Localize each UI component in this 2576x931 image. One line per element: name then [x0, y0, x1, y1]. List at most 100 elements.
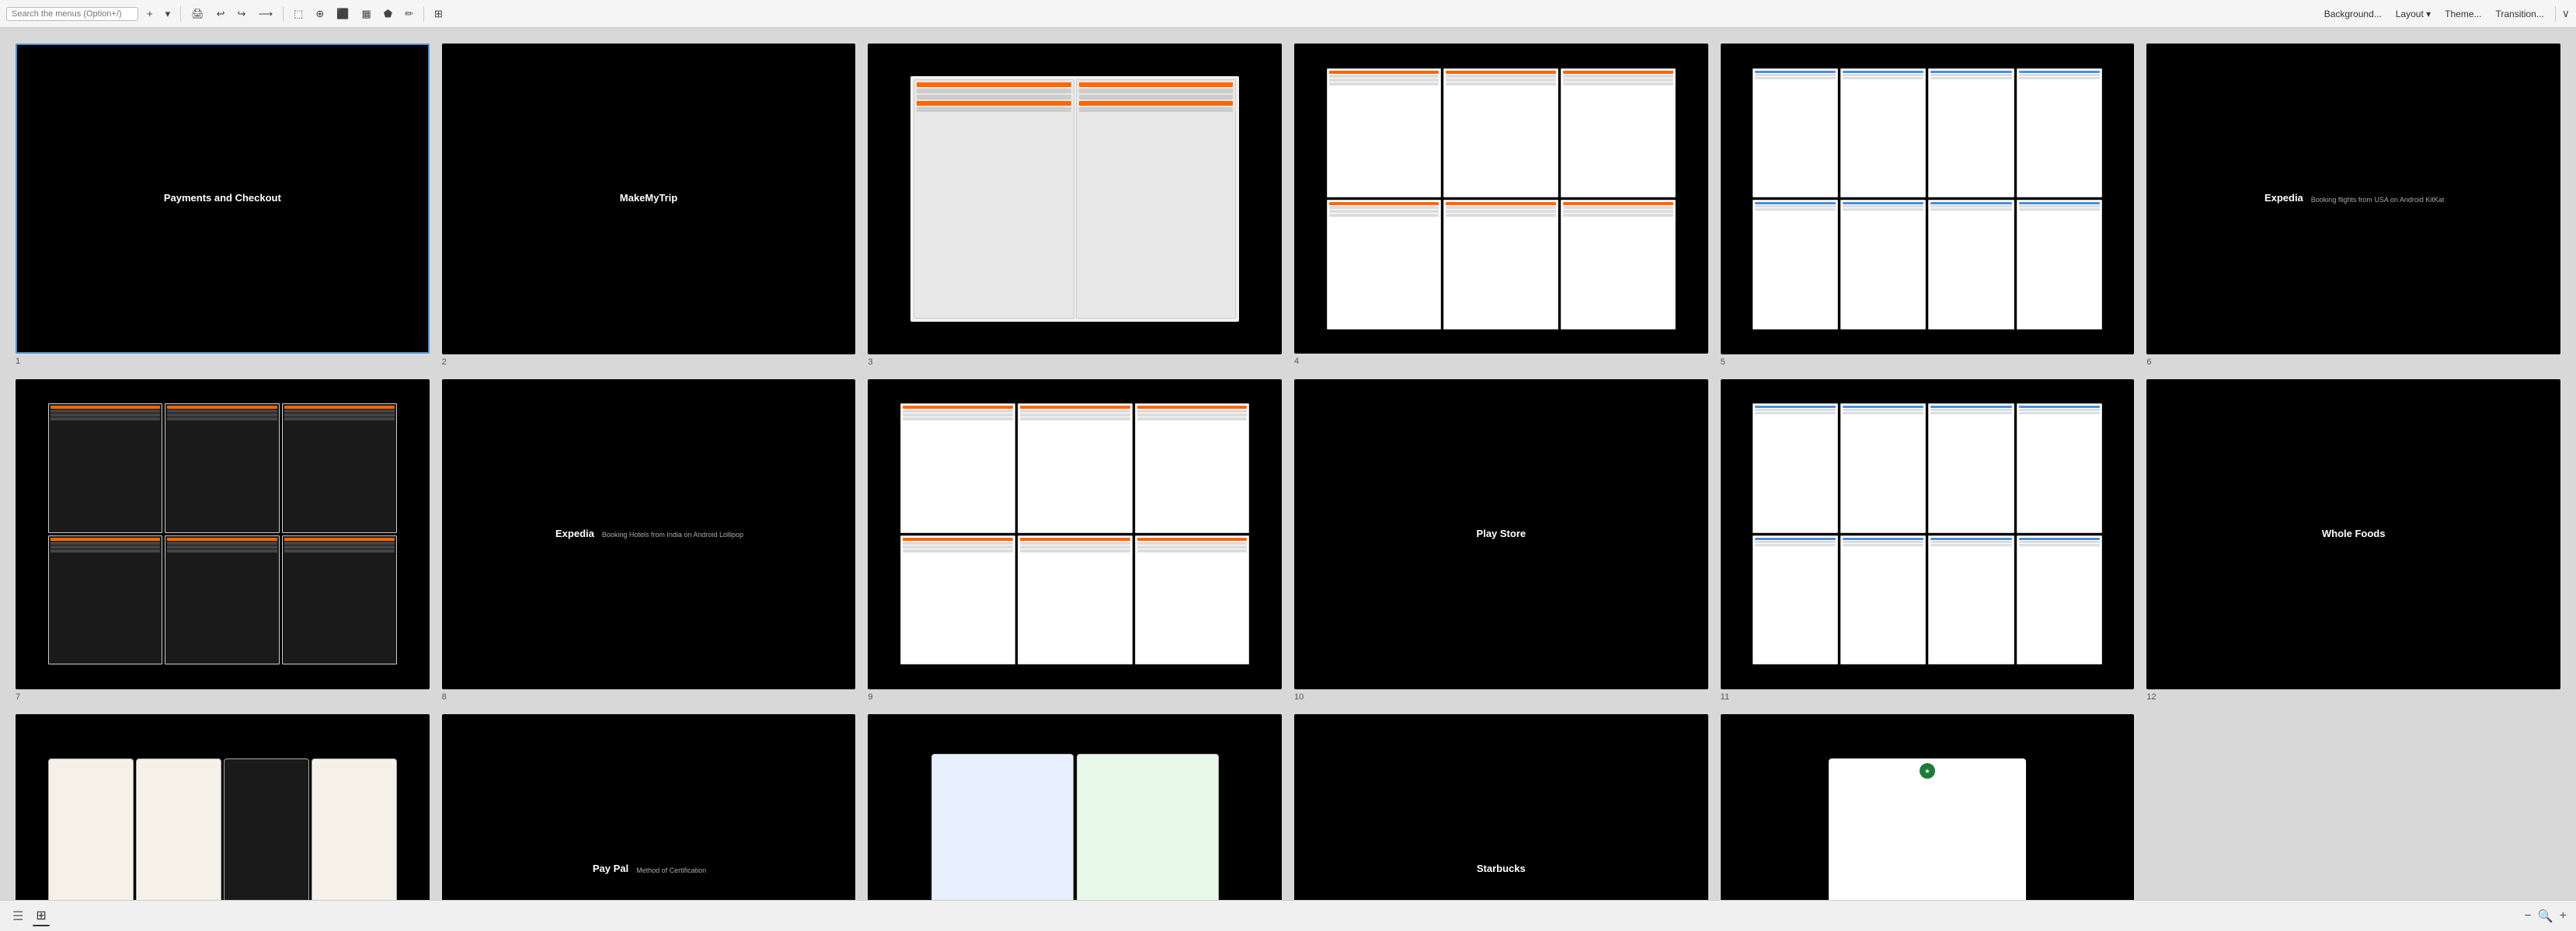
list-view-button[interactable]: ☰ — [9, 906, 26, 926]
phone-13-0 — [48, 758, 134, 900]
mg4-cell-5-0 — [1753, 68, 1838, 198]
insert-button[interactable]: ⊞ — [430, 5, 447, 23]
redo-button[interactable]: ↪ — [234, 5, 250, 23]
slide-thumb-15[interactable] — [868, 714, 1282, 900]
collapse-button[interactable]: ∨ — [2562, 7, 2570, 20]
slide-17[interactable]: ★17 — [1721, 714, 2135, 900]
view-toggle: ☰ ⊞ — [9, 906, 50, 926]
slide-thumb-9[interactable] — [868, 379, 1282, 690]
slide-number-5: 5 — [1721, 357, 1725, 367]
slide-number-8: 8 — [442, 692, 447, 702]
slide-title-text-16: Starbucks — [1472, 858, 1530, 880]
slide-8[interactable]: ExpediaBooking Hotels from India on Andr… — [442, 379, 856, 703]
slide-12[interactable]: Whole Foods 12 — [2146, 379, 2560, 703]
slide-10[interactable]: Play Store10 — [1294, 379, 1708, 703]
select-button[interactable]: ⬚ — [290, 5, 307, 23]
slide-15[interactable]: 15 — [868, 714, 1282, 900]
slide-number-11: 11 — [1721, 692, 1729, 702]
slide-5[interactable]: 5 — [1721, 44, 2135, 367]
slide-thumb-5[interactable] — [1721, 44, 2135, 354]
slide-16[interactable]: Starbucks16 — [1294, 714, 1708, 900]
bottom-bar: ☰ ⊞ − 🔍 + — [0, 900, 2576, 931]
divider-3 — [423, 6, 424, 22]
slide-title-text-14: Pay Pal — [588, 858, 633, 880]
slide-thumb-1[interactable]: Payments and Checkout — [16, 44, 430, 354]
draw-button[interactable]: ✏ — [401, 5, 417, 23]
slide-number-3: 3 — [868, 357, 872, 367]
slide-6[interactable]: ExpediaBooking flights from USA on Andro… — [2146, 44, 2560, 367]
slide-thumb-12[interactable]: Whole Foods — [2146, 379, 2560, 690]
zoom-controls: − 🔍 + — [2524, 908, 2567, 924]
slide-7[interactable]: 7 — [16, 379, 430, 703]
slide-9[interactable]: 9 — [868, 379, 1282, 703]
slide-subtitle-text-6: Booking flights from USA on Android KitK… — [2308, 196, 2448, 205]
mg-cell-4-2 — [1561, 68, 1676, 198]
layout-button[interactable]: Layout ▾ — [2391, 6, 2435, 22]
slide-thumb-8[interactable]: ExpediaBooking Hotels from India on Andr… — [442, 379, 856, 690]
mg4-cell-11-0 — [1753, 403, 1838, 533]
mg-cell-4-0 — [1327, 68, 1442, 198]
add-button[interactable]: + — [143, 5, 157, 22]
zoom-search-button[interactable]: 🔍 — [2538, 908, 2553, 924]
slide-title-text-12: Whole Foods — [2317, 523, 2390, 546]
multi-grid4-5 — [1753, 68, 2101, 330]
mg-cell-4-5 — [1561, 200, 1676, 330]
slide-thumb-6[interactable]: ExpediaBooking flights from USA on Andro… — [2146, 44, 2560, 354]
ss-panel-3-1 — [1076, 79, 1236, 319]
slide-thumb-4[interactable] — [1294, 44, 1708, 354]
mg-cell-7-3 — [48, 535, 163, 665]
mg-cell-7-1 — [165, 403, 280, 533]
zoom-fit-button[interactable]: ⊕ — [312, 5, 328, 23]
zoom-out-button[interactable]: − — [2524, 909, 2531, 923]
slide-subtitle-text-14: Method of Certification — [633, 866, 709, 876]
slide-thumb-17[interactable]: ★ — [1721, 714, 2135, 900]
slide-14[interactable]: Pay PalMethod of Certification14 — [442, 714, 856, 900]
slide-3[interactable]: 3 — [868, 44, 1282, 367]
undo-button[interactable]: ↩ — [213, 5, 229, 23]
mg4-cell-11-1 — [1840, 403, 1926, 533]
slides-grid-area: Payments and Checkout1MakeMyTrip2 3 4 5 Expe… — [0, 28, 2576, 900]
mg-cell-9-3 — [900, 535, 1015, 665]
background-button[interactable]: Background... — [2320, 6, 2386, 22]
divider-1 — [180, 6, 181, 22]
slide-thumb-16[interactable]: Starbucks — [1294, 714, 1708, 900]
mg-cell-7-2 — [282, 403, 397, 533]
table-button[interactable]: ▦ — [357, 5, 374, 23]
mg-cell-9-1 — [1018, 403, 1133, 533]
slide-thumb-13[interactable] — [16, 714, 430, 900]
transition-button[interactable]: Transition... — [2491, 6, 2549, 22]
mg4-cell-5-5 — [1840, 200, 1926, 330]
slide-thumb-7[interactable] — [16, 379, 430, 689]
slide-thumb-11[interactable] — [1721, 379, 2135, 690]
slide-1[interactable]: Payments and Checkout1 — [16, 44, 430, 367]
grid-view-button[interactable]: ⊞ — [33, 906, 49, 926]
slide-title-text-8: Expedia — [551, 523, 599, 546]
theme-button[interactable]: Theme... — [2440, 6, 2486, 22]
forward-button[interactable]: ⟶ — [254, 5, 277, 23]
zoom-in-button[interactable]: + — [2560, 909, 2567, 923]
crop-button[interactable]: ⬛ — [332, 5, 353, 23]
screenshot-3 — [910, 76, 1239, 322]
slide-thumb-2[interactable]: MakeMyTrip — [442, 44, 856, 354]
print-button[interactable]: 🖨 — [187, 5, 208, 23]
dropdown-button[interactable]: ▾ — [162, 5, 175, 23]
slide-2[interactable]: MakeMyTrip2 — [442, 44, 856, 367]
slide-title-text-2: MakeMyTrip — [615, 187, 682, 210]
starbucks-card-17: ★ — [1829, 758, 2026, 900]
mg-cell-4-1 — [1443, 68, 1558, 198]
shape-button[interactable]: ⬟ — [380, 5, 396, 23]
multi-grid4-11 — [1753, 403, 2101, 664]
slide-thumb-10[interactable]: Play Store — [1294, 379, 1708, 689]
main-area: Payments and Checkout1MakeMyTrip2 3 4 5 Expe… — [0, 28, 2576, 900]
mg-cell-9-0 — [900, 403, 1015, 533]
phone-13-3 — [312, 758, 397, 900]
slide-number-12: 12 — [2146, 692, 2156, 702]
slide-title-text-1: Payments and Checkout — [159, 187, 286, 210]
slide-thumb-14[interactable]: Pay PalMethod of Certification — [442, 714, 856, 900]
slide-4[interactable]: 4 — [1294, 44, 1708, 367]
mg-cell-4-4 — [1443, 200, 1558, 330]
slide-thumb-3[interactable] — [868, 44, 1282, 354]
slide-11[interactable]: 11 — [1721, 379, 2135, 703]
slide-13[interactable]: 13 — [16, 714, 430, 900]
search-input[interactable] — [6, 7, 138, 21]
